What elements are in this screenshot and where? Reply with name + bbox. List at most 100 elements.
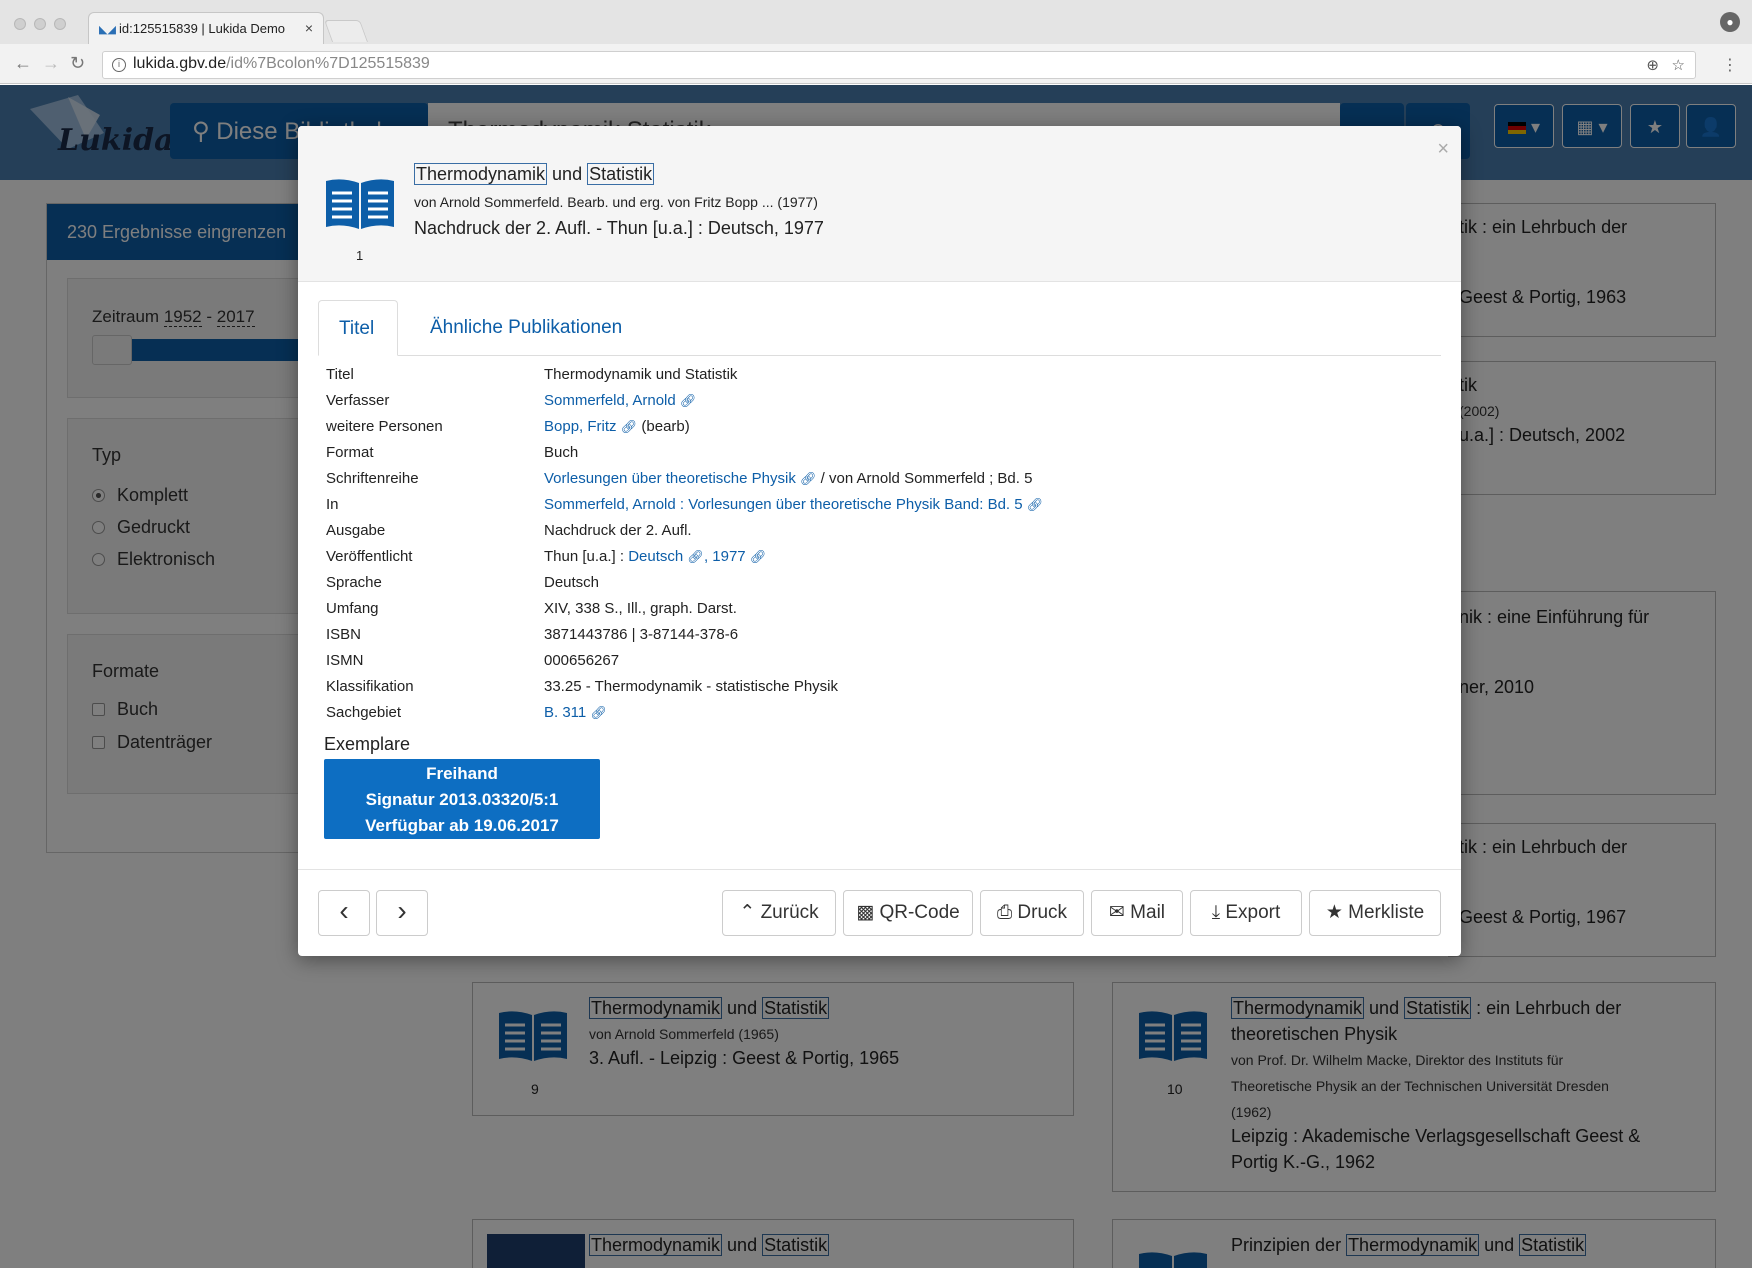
modal-header: × 1 Thermodynamik und Statistik von Arno… bbox=[298, 126, 1461, 282]
link-chain-icon[interactable]: 🔗︎ bbox=[800, 471, 817, 486]
chevron-left-icon: ‹ bbox=[339, 895, 349, 926]
detail-key: ISMN bbox=[326, 652, 364, 669]
minimize-window-icon[interactable] bbox=[34, 18, 46, 30]
merkliste-label: Merkliste bbox=[1348, 902, 1425, 923]
detail-key: weitere Personen bbox=[326, 418, 443, 435]
person-link[interactable]: Bopp, Fritz bbox=[544, 418, 617, 435]
exemplare-heading: Exemplare bbox=[324, 734, 411, 754]
detail-value: Thermodynamik und Statistik bbox=[544, 366, 738, 383]
close-window-icon[interactable] bbox=[14, 18, 26, 30]
detail-key: ISBN bbox=[326, 626, 362, 643]
exemplar-location: Freihand bbox=[426, 764, 498, 783]
detail-value: Nachdruck der 2. Aufl. bbox=[544, 522, 692, 539]
detail-value: 33.25 - Thermodynamik - statistische Phy… bbox=[544, 678, 839, 695]
new-tab-button[interactable] bbox=[323, 20, 369, 42]
author-link[interactable]: Sommerfeld, Arnold bbox=[544, 392, 676, 409]
detail-key: Sachgebiet bbox=[326, 704, 402, 721]
series-link[interactable]: Vorlesungen über theoretische Physik bbox=[544, 470, 796, 487]
record-publication: Nachdruck der 2. Aufl. - Thun [u.a.] : D… bbox=[414, 218, 824, 238]
series-rest: / von Arnold Sommerfeld ; Bd. 5 bbox=[816, 470, 1033, 487]
star-icon: ★ bbox=[1325, 902, 1343, 923]
tab-titel[interactable]: Titel bbox=[318, 300, 398, 356]
exemplar-signature: Signatur 2013.03320/5:1 bbox=[365, 790, 559, 809]
address-bar[interactable]: i lukida.gbv.de/id%7Bcolon%7D125515839 ⊕… bbox=[102, 51, 1696, 79]
tab-close-icon[interactable]: × bbox=[305, 20, 313, 36]
mail-label: Mail bbox=[1130, 902, 1166, 923]
record-number: 1 bbox=[356, 248, 364, 263]
print-label: Druck bbox=[1017, 902, 1068, 923]
subject-link[interactable]: B. 311 bbox=[544, 704, 586, 721]
link-chain-icon[interactable]: 🔗︎ bbox=[621, 419, 638, 434]
forward-icon[interactable]: → bbox=[42, 53, 60, 74]
tab-aehnliche-publikationen[interactable]: Ähnliche Publikationen bbox=[410, 300, 642, 356]
detail-key: Sprache bbox=[326, 574, 382, 591]
info-icon[interactable]: i bbox=[112, 58, 126, 72]
detail-key: Ausgabe bbox=[326, 522, 386, 539]
title-connector: und bbox=[547, 164, 588, 184]
tab-title: id:125515839 | Lukida Demo bbox=[119, 21, 285, 36]
place-text: Thun [u.a.] : bbox=[544, 548, 629, 565]
zurueck-label: Zurück bbox=[760, 902, 819, 923]
detail-key: Umfang bbox=[326, 600, 379, 617]
qr-code-label: QR-Code bbox=[879, 902, 960, 923]
detail-key: Klassifikation bbox=[326, 678, 414, 695]
detail-value: XIV, 338 S., Ill., graph. Darst. bbox=[544, 600, 737, 617]
detail-key: Schriftenreihe bbox=[326, 470, 419, 487]
tab-bar: ◣◢ id:125515839 | Lukida Demo × ● bbox=[0, 0, 1752, 44]
publisher-link[interactable]: Deutsch bbox=[628, 548, 683, 565]
person-role: (bearb) bbox=[637, 418, 690, 435]
close-icon[interactable]: × bbox=[1437, 138, 1449, 161]
chevron-up-icon: ⌃ bbox=[739, 902, 756, 923]
chevron-right-icon: › bbox=[397, 895, 407, 926]
exemplar-availability: Verfügbar ab 19.06.2017 bbox=[365, 816, 559, 835]
favicon-icon: ◣◢ bbox=[99, 24, 116, 36]
highlight-term: Statistik bbox=[587, 163, 655, 185]
exemplar-button[interactable]: Freihand Signatur 2013.03320/5:1 Verfügb… bbox=[324, 759, 600, 839]
mail-icon: ✉ bbox=[1108, 902, 1125, 923]
merkliste-button[interactable]: ★ Merkliste bbox=[1309, 890, 1441, 936]
record-subtitle: von Arnold Sommerfeld. Bearb. und erg. v… bbox=[414, 194, 818, 210]
year-link[interactable]: 1977 bbox=[712, 548, 745, 565]
highlight-term: Thermodynamik bbox=[414, 163, 548, 185]
detail-value: 3871443786 | 3-87144-378-6 bbox=[544, 626, 739, 643]
detail-value: 000656267 bbox=[544, 652, 620, 669]
parent-work-link[interactable]: Sommerfeld, Arnold : Vorlesungen über th… bbox=[544, 496, 1023, 513]
link-chain-icon[interactable]: 🔗︎ bbox=[687, 549, 704, 564]
back-icon[interactable]: ← bbox=[14, 53, 32, 74]
detail-value: Deutsch bbox=[544, 574, 600, 591]
detail-key: Titel bbox=[326, 366, 354, 383]
zurueck-button[interactable]: ⌃ Zurück bbox=[722, 890, 836, 936]
url-host: lukida.gbv.de bbox=[133, 55, 227, 72]
modal-footer-divider bbox=[298, 869, 1461, 870]
detail-key: Veröffentlicht bbox=[326, 548, 413, 565]
record-title: Thermodynamik und Statistik bbox=[414, 163, 655, 185]
detail-value: Buch bbox=[544, 444, 579, 461]
link-chain-icon[interactable]: 🔗︎ bbox=[590, 705, 607, 720]
mail-button[interactable]: ✉ Mail bbox=[1091, 890, 1183, 936]
link-chain-icon[interactable]: 🔗︎ bbox=[680, 393, 697, 408]
detail-key: Verfasser bbox=[326, 392, 390, 409]
link-chain-icon[interactable]: 🔗︎ bbox=[750, 549, 767, 564]
next-record-button[interactable]: › bbox=[376, 890, 428, 936]
print-button[interactable]: ⎙ Druck bbox=[980, 890, 1084, 936]
reload-icon[interactable]: ↻ bbox=[70, 53, 85, 74]
link-chain-icon[interactable]: 🔗︎ bbox=[1027, 497, 1044, 512]
previous-record-button[interactable]: ‹ bbox=[318, 890, 370, 936]
browser-menu-icon[interactable]: ⋮ bbox=[1722, 55, 1738, 75]
export-button[interactable]: ⤓ Export bbox=[1190, 890, 1302, 936]
url-path: /id%7Bcolon%7D125515839 bbox=[226, 55, 430, 72]
detail-key: Format bbox=[326, 444, 374, 461]
detail-tabs: Titel Ähnliche Publikationen bbox=[318, 300, 1441, 356]
zoom-icon[interactable]: ⊕ bbox=[1646, 56, 1659, 74]
detail-key: In bbox=[326, 496, 339, 513]
bookmark-star-icon[interactable]: ☆ bbox=[1672, 56, 1685, 74]
qr-code-button[interactable]: ▩ QR-Code bbox=[843, 890, 973, 936]
qr-code-icon: ▩ bbox=[856, 902, 875, 923]
browser-chrome: ◣◢ id:125515839 | Lukida Demo × ● ← → ↻ … bbox=[0, 0, 1752, 84]
export-label: Export bbox=[1225, 902, 1281, 923]
print-icon: ⎙ bbox=[996, 902, 1013, 923]
profile-icon[interactable]: ● bbox=[1720, 12, 1740, 32]
browser-tab[interactable]: ◣◢ id:125515839 | Lukida Demo × bbox=[88, 12, 324, 44]
maximize-window-icon[interactable] bbox=[54, 18, 66, 30]
record-detail-modal: × 1 Thermodynamik und Statistik von Arno… bbox=[298, 126, 1461, 956]
